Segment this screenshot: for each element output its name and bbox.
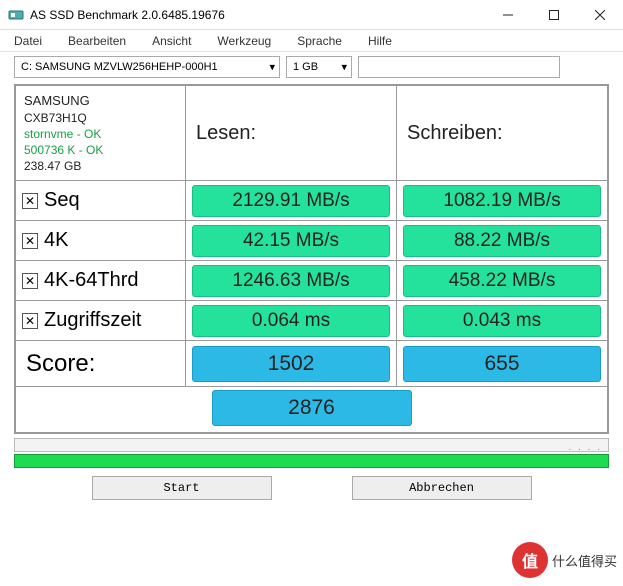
4k-write: 88.22 MB/s [403, 225, 601, 257]
results-panel: SAMSUNG CXB73H1Q stornvme - OK 500736 K … [14, 84, 609, 434]
score-total: 2876 [212, 390, 412, 426]
drive-select[interactable]: C: SAMSUNG MZVLW256HEHP-000H1 ▾ [14, 56, 280, 78]
maximize-button[interactable] [531, 0, 577, 29]
info-capacity: 238.47 GB [24, 158, 177, 174]
4k64-read: 1246.63 MB/s [192, 265, 390, 297]
menu-sprache[interactable]: Sprache [297, 34, 342, 48]
label-4k64: 4K-64Thrd [44, 269, 139, 292]
header-read: Lesen: [186, 86, 397, 181]
menu-hilfe[interactable]: Hilfe [368, 34, 392, 48]
abort-button[interactable]: Abbrechen [352, 476, 532, 500]
menu-ansicht[interactable]: Ansicht [152, 34, 191, 48]
score-label: Score: [16, 341, 186, 387]
watermark-icon: 值 [512, 542, 548, 578]
window-title: AS SSD Benchmark 2.0.6485.19676 [30, 8, 485, 22]
info-model: SAMSUNG [24, 92, 177, 110]
checkbox-4k[interactable]: ✕ [22, 233, 38, 249]
text-input[interactable] [358, 56, 560, 78]
start-button[interactable]: Start [92, 476, 272, 500]
minimize-button[interactable] [485, 0, 531, 29]
checkbox-4k64[interactable]: ✕ [22, 273, 38, 289]
progress-bar-1: . . . . [14, 438, 609, 452]
4k-read: 42.15 MB/s [192, 225, 390, 257]
drive-info: SAMSUNG CXB73H1Q stornvme - OK 500736 K … [16, 86, 186, 181]
label-4k: 4K [44, 229, 68, 252]
title-bar: AS SSD Benchmark 2.0.6485.19676 [0, 0, 623, 30]
score-write: 655 [403, 346, 601, 382]
seq-read: 2129.91 MB/s [192, 185, 390, 217]
close-button[interactable] [577, 0, 623, 29]
progress-dots: . . . . [569, 442, 602, 453]
info-firmware: CXB73H1Q [24, 110, 177, 126]
toolbar: C: SAMSUNG MZVLW256HEHP-000H1 ▾ 1 GB ▾ [0, 52, 623, 84]
menu-datei[interactable]: Datei [14, 34, 42, 48]
access-write: 0.043 ms [403, 305, 601, 337]
progress-bar-2 [14, 454, 609, 468]
checkbox-access[interactable]: ✕ [22, 313, 38, 329]
drive-value: C: SAMSUNG MZVLW256HEHP-000H1 [21, 61, 218, 73]
score-read: 1502 [192, 346, 390, 382]
seq-write: 1082.19 MB/s [403, 185, 601, 217]
watermark-text: 什么值得买 [552, 551, 623, 570]
4k64-write: 458.22 MB/s [403, 265, 601, 297]
size-select[interactable]: 1 GB ▾ [286, 56, 352, 78]
menu-werkzeug[interactable]: Werkzeug [217, 34, 271, 48]
chevron-down-icon: ▾ [341, 61, 347, 74]
info-driver: stornvme - OK [24, 126, 177, 142]
info-alignment: 500736 K - OK [24, 142, 177, 158]
access-read: 0.064 ms [192, 305, 390, 337]
watermark: 值 什么值得买 [512, 542, 623, 578]
chevron-down-icon: ▾ [269, 61, 275, 74]
checkbox-seq[interactable]: ✕ [22, 193, 38, 209]
app-icon [8, 7, 24, 23]
label-seq: Seq [44, 189, 80, 212]
menu-bearbeiten[interactable]: Bearbeiten [68, 34, 126, 48]
menu-bar: Datei Bearbeiten Ansicht Werkzeug Sprach… [0, 30, 623, 52]
size-value: 1 GB [293, 61, 318, 73]
header-write: Schreiben: [397, 86, 608, 181]
button-row: Start Abbrechen [0, 474, 623, 508]
label-access: Zugriffszeit [44, 309, 141, 332]
